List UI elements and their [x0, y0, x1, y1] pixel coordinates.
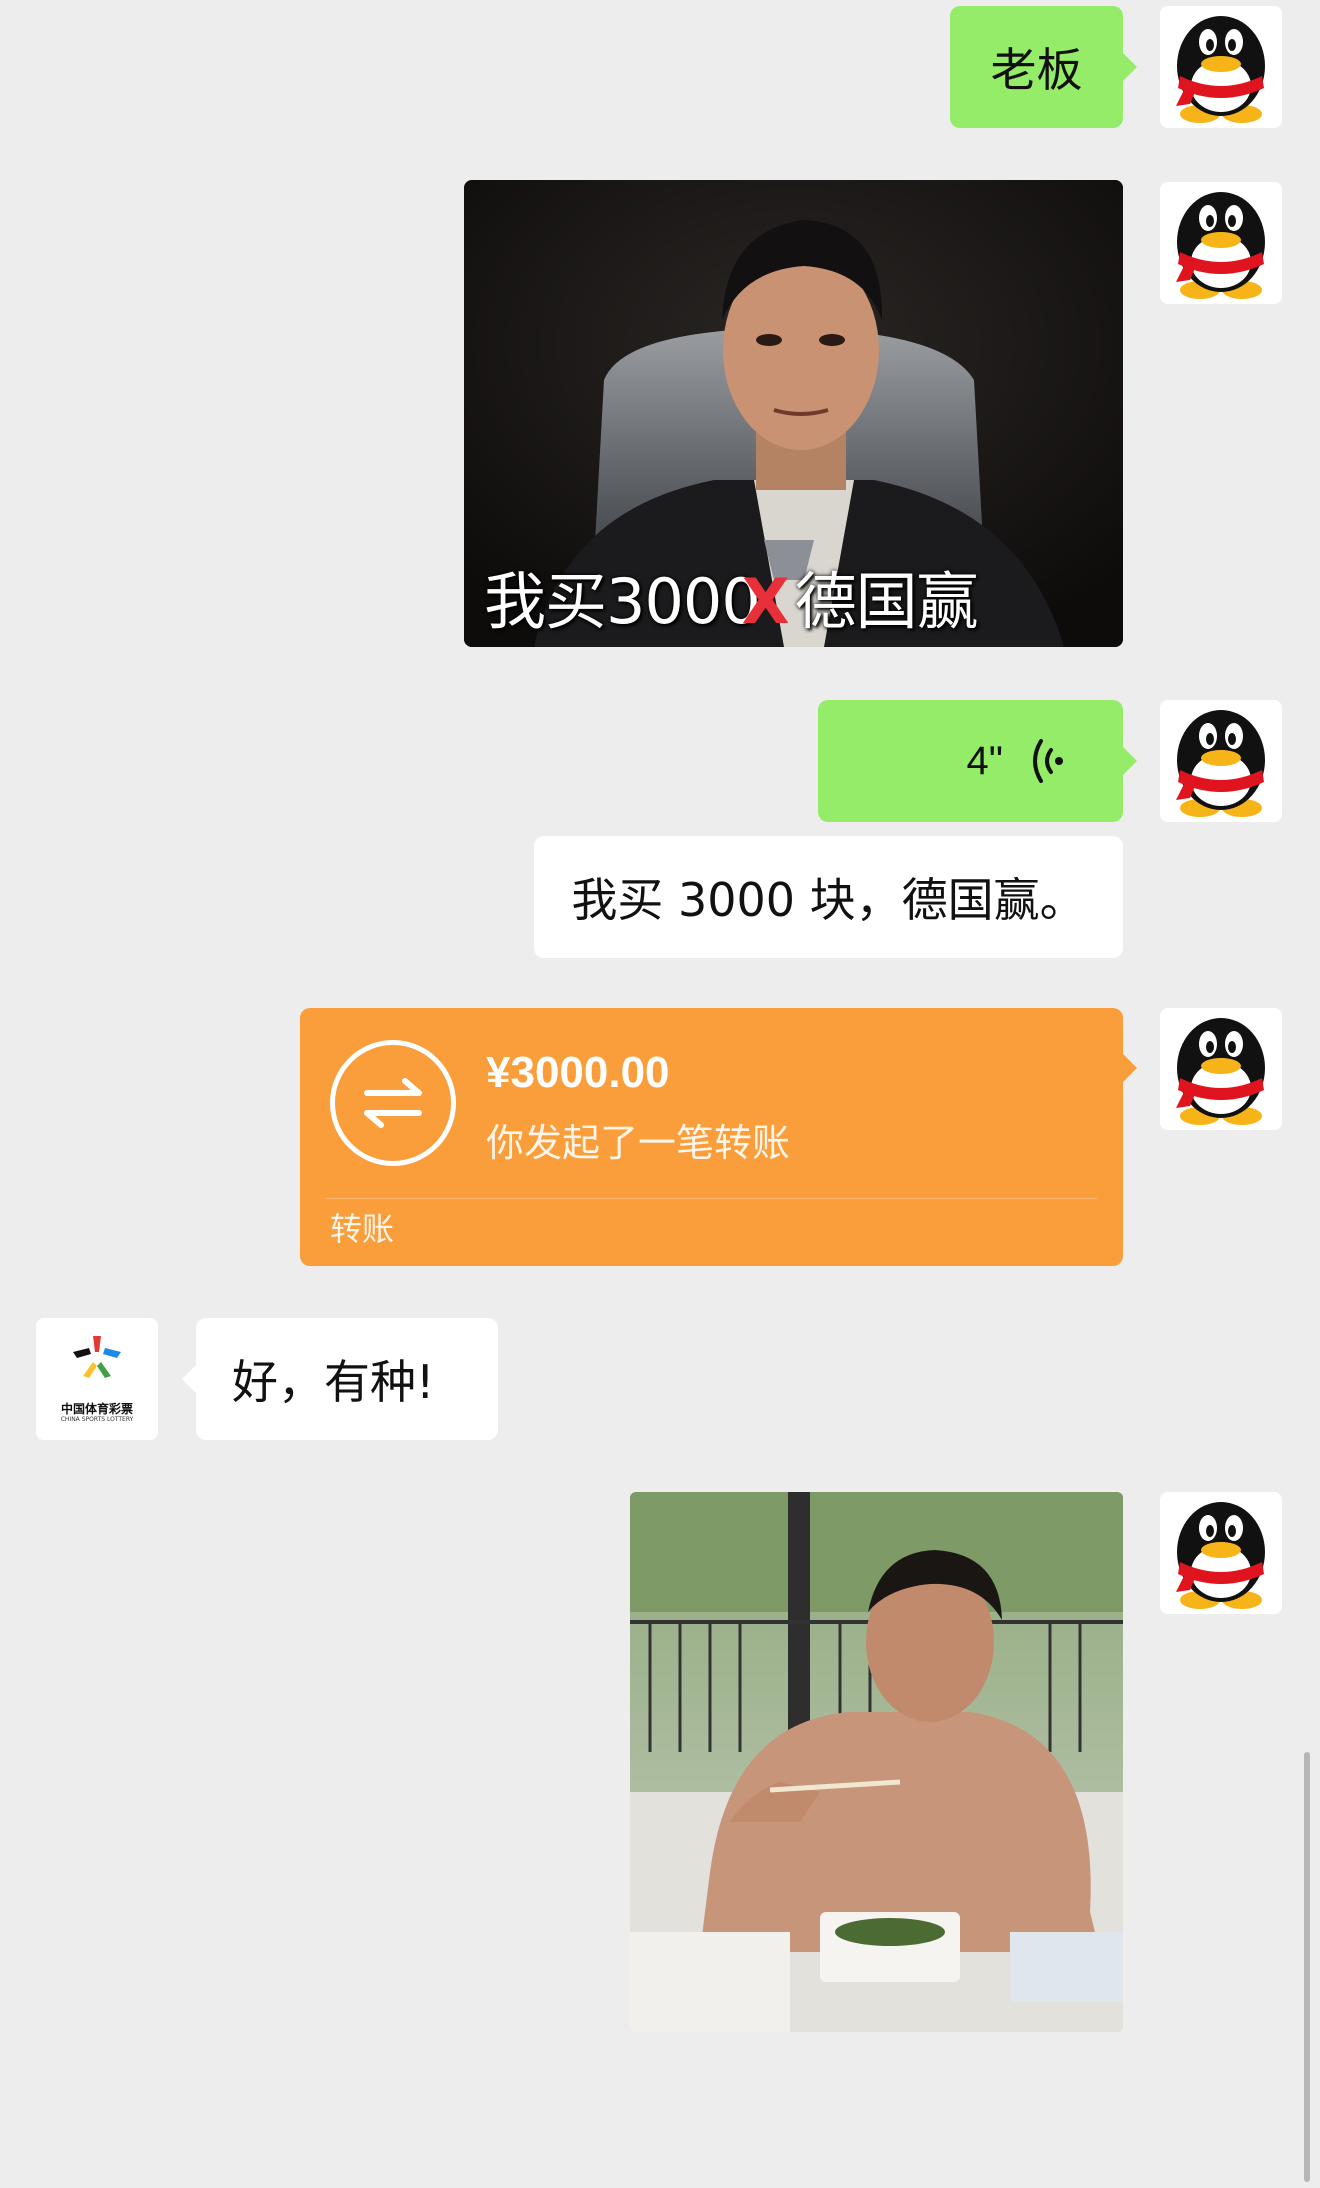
voice-message-bubble[interactable]: 4"	[818, 700, 1137, 822]
user-avatar[interactable]	[1160, 1008, 1282, 1130]
message-text: 老板	[990, 43, 1083, 97]
image-message-photo[interactable]	[630, 1492, 1123, 2032]
user-avatar[interactable]	[1160, 700, 1282, 822]
message-bubble-outgoing-text[interactable]: 老板	[950, 6, 1137, 128]
user-avatar[interactable]	[1160, 6, 1282, 128]
transfer-card[interactable]: ¥3000.00 你发起了一笔转账 转账	[300, 1008, 1137, 1266]
qq-penguin-icon	[1160, 182, 1282, 304]
message-text: 好，有种!	[232, 1355, 435, 1409]
meme-caption: 我买3000X德国赢	[484, 565, 979, 638]
transfer-amount: ¥3000.00	[486, 1048, 670, 1097]
qq-penguin-icon	[1160, 1008, 1282, 1130]
transfer-arrows-icon	[330, 1040, 456, 1166]
meme-image-message[interactable]: 我买3000X德国赢	[464, 180, 1123, 647]
scrollbar[interactable]	[1304, 1752, 1310, 2182]
red-cross-mark: X	[741, 565, 790, 638]
transcript-text: 我买 3000 块，德国赢。	[571, 873, 1086, 927]
lottery-logo-text-en: CHINA SPORTS LOTTERY	[60, 1416, 134, 1423]
qq-penguin-icon	[1160, 6, 1282, 128]
voice-transcript-bubble: 我买 3000 块，德国赢。	[534, 836, 1123, 958]
qq-penguin-icon	[1160, 1492, 1282, 1614]
user-avatar[interactable]	[1160, 1492, 1282, 1614]
voice-wave-icon	[1033, 739, 1063, 783]
transfer-divider	[326, 1198, 1097, 1199]
transfer-description: 你发起了一笔转账	[486, 1121, 791, 1165]
user-avatar[interactable]	[1160, 182, 1282, 304]
voice-duration: 4"	[966, 738, 1003, 783]
photo-man-eating	[630, 1492, 1123, 2032]
message-bubble-incoming-text[interactable]: 好，有种!	[182, 1318, 498, 1440]
qq-penguin-icon	[1160, 700, 1282, 822]
contact-avatar-lottery[interactable]: 中国体育彩票 CHINA SPORTS LOTTERY	[36, 1318, 158, 1440]
transfer-label: 转账	[330, 1210, 395, 1248]
lottery-logo-text-cn: 中国体育彩票	[60, 1402, 133, 1416]
